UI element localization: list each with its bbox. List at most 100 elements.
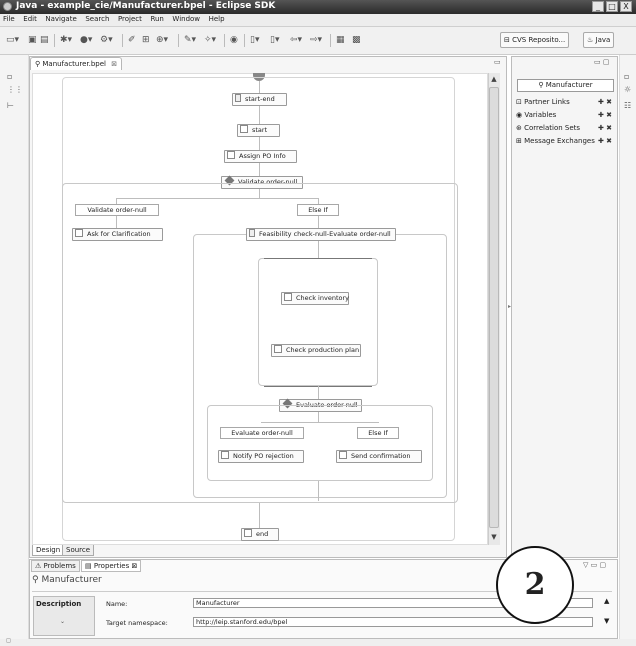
menu-navigate[interactable]: Navigate <box>42 14 79 24</box>
section-partner-links[interactable]: ⊡ Partner Links ✚ ✖ <box>516 96 614 108</box>
add-remove-icons[interactable]: ✚ ✖ <box>598 109 612 121</box>
case-label-validate[interactable]: Validate order-null <box>75 204 159 216</box>
activity-end[interactable]: end <box>241 528 279 541</box>
new-package-icon[interactable]: ✐ <box>128 33 136 47</box>
new-class-icon[interactable]: ⊞ <box>142 33 150 47</box>
connector <box>318 481 319 501</box>
menu-file[interactable]: File <box>0 14 18 24</box>
scroll-up-icon[interactable]: ▲ <box>604 597 609 605</box>
step-number-badge: 2 <box>496 546 574 624</box>
activity-end-label: end <box>256 530 269 538</box>
receive-icon <box>240 125 248 133</box>
close-button[interactable]: X <box>620 1 632 12</box>
close-tab-icon[interactable]: ⊠ <box>131 562 137 570</box>
add-remove-icons[interactable]: ✚ ✖ <box>598 96 612 108</box>
description-tab-label: Description <box>36 600 82 608</box>
sequence-start-end[interactable]: start-end <box>232 93 287 106</box>
menu-help[interactable]: Help <box>206 14 228 24</box>
else-label-evaluate[interactable]: Else If <box>357 427 399 439</box>
sequence-start-end-label: start-end <box>245 95 275 103</box>
close-tab-icon[interactable]: ⊠ <box>111 60 117 68</box>
minimize-panel-icon[interactable]: ▭ ▢ <box>594 58 609 66</box>
minimize-button[interactable]: _ <box>592 1 604 12</box>
cvs-perspective-button[interactable]: ⊟ CVS Reposito... <box>500 32 570 48</box>
scroll-down-icon[interactable]: ▼ <box>604 617 609 625</box>
toolbar-separator <box>330 34 331 47</box>
flow-container <box>258 258 378 386</box>
next-annotation-icon[interactable]: ▯▾ <box>250 33 259 47</box>
activity-assign-label: Assign PO Info <box>239 152 286 160</box>
new-icon[interactable]: ⊕▾ <box>156 33 168 47</box>
activity-check-inventory-label: Check inventory <box>296 294 349 302</box>
section-correlation-sets[interactable]: ⊛ Correlation Sets ✚ ✖ <box>516 122 614 134</box>
scroll-up-icon[interactable]: ▲ <box>489 74 499 85</box>
section-label: Variables <box>524 111 557 119</box>
editor-tab-manufacturer[interactable]: ⚲ Manufacturer.bpel ⊠ <box>30 57 122 70</box>
scroll-down-icon[interactable]: ▼ <box>489 532 499 543</box>
back-icon[interactable]: ⇦▾ <box>290 33 302 47</box>
tab-source[interactable]: Source <box>62 545 95 556</box>
pin-icon[interactable]: ▦ <box>336 33 345 47</box>
package-explorer-icon[interactable]: ⋮⋮ <box>7 85 23 94</box>
tab-properties[interactable]: ▤ Properties ⊠ <box>81 560 142 572</box>
sash-arrow-icon[interactable]: ▸ <box>508 303 511 310</box>
activity-assign-po-info[interactable]: Assign PO Info <box>224 150 297 163</box>
java-perspective-button[interactable]: ♨ Java <box>583 32 615 48</box>
connector <box>318 412 319 422</box>
activity-send-confirmation[interactable]: Send confirmation <box>336 450 422 463</box>
outline-view-icon[interactable]: ☼ <box>624 85 631 94</box>
minimize-editor-icon[interactable]: ▭ <box>494 58 501 66</box>
activity-ask-for-clarification[interactable]: Ask for Clarification <box>72 228 163 241</box>
sequence-feasibility-check[interactable]: Feasibility check-null-Evaluate order-nu… <box>246 228 396 241</box>
process-icon: ⚲ <box>538 81 546 89</box>
task-list-icon[interactable]: ☷ <box>624 101 631 110</box>
add-remove-icons[interactable]: ✚ ✖ <box>598 122 612 134</box>
else-label-validate[interactable]: Else If <box>297 204 339 216</box>
right-trim-bar: ▫ ☼ ☷ <box>619 55 636 646</box>
case-label-evaluate[interactable]: Evaluate order-null <box>220 427 304 439</box>
menu-run[interactable]: Run <box>147 14 166 24</box>
activity-check-production-plan[interactable]: Check production plan <box>271 344 361 357</box>
debug-icon[interactable]: ✱▾ <box>60 33 72 47</box>
forward-icon[interactable]: ⇨▾ <box>310 33 322 47</box>
reply-icon <box>244 529 252 537</box>
new-icon[interactable]: ▭▾ <box>6 33 19 47</box>
menu-window[interactable]: Window <box>169 14 203 24</box>
external-tools-icon[interactable]: ⚙▾ <box>100 33 113 47</box>
process-title[interactable]: ⚲ Manufacturer <box>517 79 614 92</box>
activity-notify-po-rejection[interactable]: Notify PO rejection <box>218 450 304 463</box>
activity-start[interactable]: start <box>237 124 280 137</box>
correlation-icon: ⊛ <box>516 124 525 132</box>
section-message-exchanges[interactable]: ⊞ Message Exchanges ✚ ✖ <box>516 135 614 147</box>
section-variables[interactable]: ◉ Variables ✚ ✖ <box>516 109 614 121</box>
activity-check-inventory[interactable]: Check inventory <box>281 292 349 305</box>
hierarchy-icon[interactable]: ⊢ <box>7 101 14 110</box>
scrollbar-thumb[interactable] <box>489 87 499 528</box>
chevron-down-icon[interactable]: ⌄ <box>60 618 65 625</box>
search-icon[interactable]: ✧▾ <box>204 33 216 47</box>
maximize-button[interactable]: □ <box>606 1 618 12</box>
left-trim-bar: ▫ ⋮⋮ ⊢ <box>0 55 29 646</box>
bottom-panel-tabs: ⚠ Problems ▤ Properties ⊠ <box>31 560 191 572</box>
run-icon[interactable]: ●▾ <box>80 33 92 47</box>
annotation-icon[interactable]: ◉ <box>230 33 238 47</box>
menu-search[interactable]: Search <box>82 14 112 24</box>
tab-problems[interactable]: ⚠ Problems <box>31 560 80 572</box>
tab-design[interactable]: Design <box>32 545 65 556</box>
menu-project[interactable]: Project <box>115 14 145 24</box>
java-icon: ♨ <box>587 36 596 44</box>
add-remove-icons[interactable]: ✚ ✖ <box>598 135 612 147</box>
outline-icon[interactable]: ▩ <box>352 33 361 47</box>
view-menu-icon[interactable]: ▽ ▭ ▢ <box>583 561 606 569</box>
connector <box>318 216 319 228</box>
description-tab[interactable]: Description ⌄ <box>33 596 95 636</box>
prev-annotation-icon[interactable]: ▯▾ <box>270 33 279 47</box>
fast-view-icon[interactable]: ◻ <box>6 637 11 644</box>
restore-icon[interactable]: ▫ <box>624 72 629 81</box>
save-icon[interactable]: ▣ <box>28 33 37 47</box>
tab-problems-label: Problems <box>43 562 76 570</box>
print-icon[interactable]: ▤ <box>40 33 49 47</box>
restore-icon[interactable]: ▫ <box>7 72 12 81</box>
open-type-icon[interactable]: ✎▾ <box>184 33 196 47</box>
menu-edit[interactable]: Edit <box>20 14 40 24</box>
